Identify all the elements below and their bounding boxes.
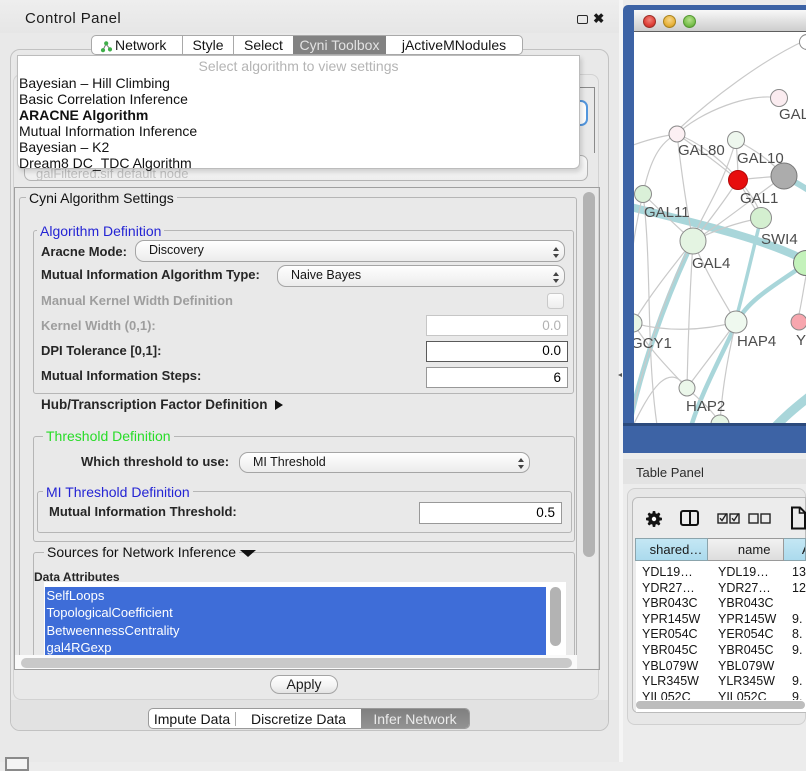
svg-text:GAL4: GAL4: [692, 255, 730, 272]
svg-text:GCY1: GCY1: [634, 335, 672, 352]
svg-text:Y: Y: [796, 332, 806, 349]
svg-text:GAL: GAL: [779, 106, 806, 123]
svg-text:GAL1: GAL1: [740, 190, 778, 207]
svg-text:HAP4: HAP4: [737, 333, 776, 350]
svg-text:GAL11: GAL11: [644, 204, 690, 221]
svg-text:GAL10: GAL10: [737, 150, 784, 167]
svg-text:SWI4: SWI4: [761, 231, 798, 248]
svg-text:HAP2: HAP2: [686, 398, 725, 415]
svg-text:GAL80: GAL80: [678, 142, 725, 159]
